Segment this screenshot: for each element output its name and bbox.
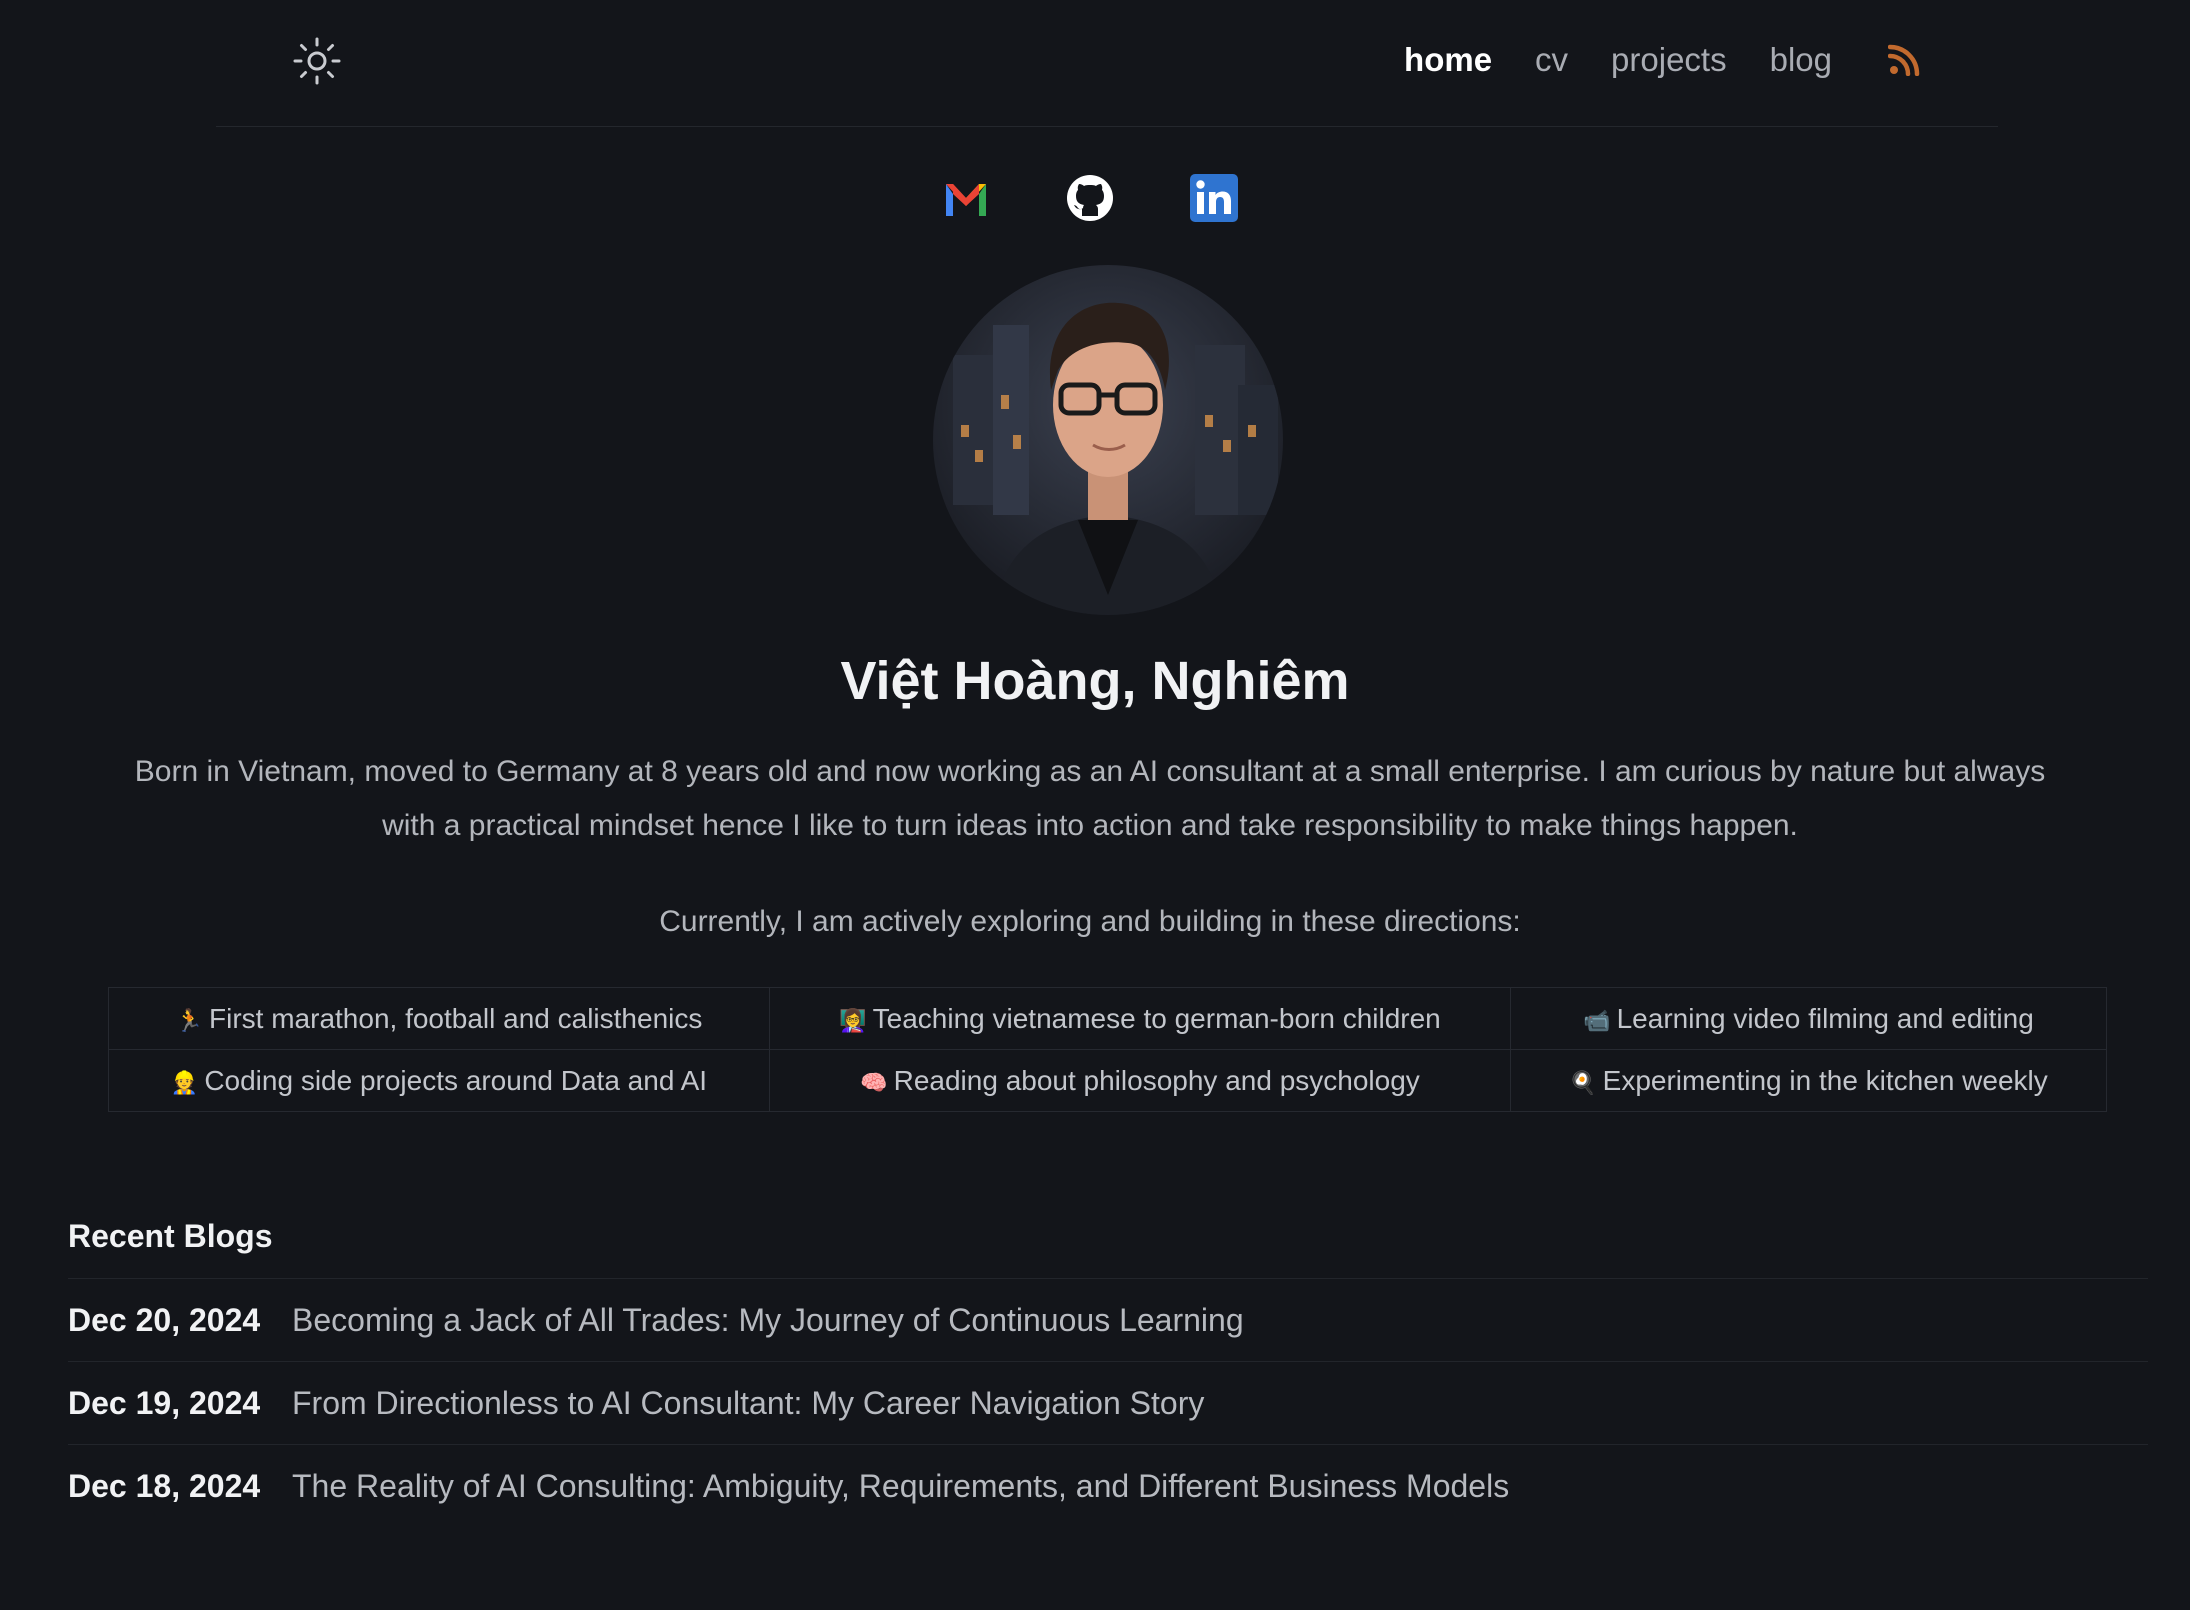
interest-cell: 👩‍🏫 Teaching vietnamese to german-born ch… xyxy=(769,987,1511,1050)
blog-date: Dec 20, 2024 xyxy=(68,1301,261,1338)
interest-cell: 🧠 Reading about philosophy and psychology xyxy=(769,1049,1511,1112)
blog-link[interactable]: Becoming a Jack of All Trades: My Journe… xyxy=(292,1302,1244,1339)
recent-blogs-title: Recent Blogs xyxy=(68,1218,273,1254)
linkedin-icon[interactable] xyxy=(1188,172,1240,224)
interest-label: First marathon, football and calisthenic… xyxy=(209,1002,703,1034)
nav-home[interactable]: home xyxy=(1404,41,1492,79)
profile-bio: Born in Vietnam, moved to Germany at 8 y… xyxy=(134,755,2046,842)
interest-label: Learning video filming and editing xyxy=(1616,1002,2034,1034)
runner-icon: 🏃 xyxy=(175,1008,204,1034)
nav-blog[interactable]: blog xyxy=(1770,41,1832,79)
blog-date: Dec 18, 2024 xyxy=(68,1467,261,1504)
worker-icon: 👷 xyxy=(170,1070,199,1096)
interest-cell: 🍳 Experimenting in the kitchen weekly xyxy=(1510,1049,2107,1112)
teacher-icon: 👩‍🏫 xyxy=(839,1008,867,1034)
frying-pan-icon: 🍳 xyxy=(1569,1070,1597,1096)
nav-cv[interactable]: cv xyxy=(1535,41,1568,79)
github-icon[interactable] xyxy=(1064,172,1116,224)
blog-link[interactable]: The Reality of AI Consulting: Ambiguity,… xyxy=(292,1468,1509,1505)
blog-list-item: Dec 18, 2024 The Reality of AI Consultin… xyxy=(68,1444,2148,1527)
blog-link[interactable]: From Directionless to AI Consultant: My … xyxy=(292,1385,1204,1422)
gmail-icon[interactable] xyxy=(940,172,992,224)
video-camera-icon: 📹 xyxy=(1583,1008,1611,1034)
theme-toggle-button[interactable] xyxy=(292,36,342,86)
brain-icon: 🧠 xyxy=(860,1070,888,1096)
avatar xyxy=(933,265,1283,615)
blog-date: Dec 19, 2024 xyxy=(68,1384,261,1421)
main-nav: home cv projects blog xyxy=(1404,30,1920,90)
blog-list-item: Dec 19, 2024 From Directionless to AI Co… xyxy=(68,1361,2148,1444)
interest-cell: 👷 Coding side projects around Data and AI xyxy=(108,1049,770,1112)
profile-name: Việt Hoàng, Nghiêm xyxy=(840,651,1350,711)
recent-blogs-list: Dec 20, 2024 Becoming a Jack of All Trad… xyxy=(68,1278,2148,1527)
interests-row: 👷 Coding side projects around Data and AI… xyxy=(108,1049,2107,1112)
interest-label: Reading about philosophy and psychology xyxy=(893,1064,1420,1096)
interests-intro: Currently, I am actively exploring and b… xyxy=(659,905,1521,938)
rss-icon[interactable] xyxy=(1888,44,1920,76)
interests-grid: 🏃 First marathon, football and calistheni… xyxy=(108,987,2107,1112)
nav-projects[interactable]: projects xyxy=(1611,41,1727,79)
interest-cell: 📹 Learning video filming and editing xyxy=(1510,987,2107,1050)
interests-row: 🏃 First marathon, football and calistheni… xyxy=(108,987,2107,1050)
sun-icon xyxy=(293,37,341,85)
page: home cv projects blog Việt Hoàng, Nghiêm… xyxy=(0,0,2190,1610)
interest-cell: 🏃 First marathon, football and calistheni… xyxy=(108,987,770,1050)
social-links xyxy=(0,172,2190,224)
interest-label: Coding side projects around Data and AI xyxy=(204,1064,708,1096)
interest-label: Teaching vietnamese to german-born child… xyxy=(872,1002,1441,1034)
header-divider xyxy=(216,126,1998,127)
interest-label: Experimenting in the kitchen weekly xyxy=(1602,1064,2048,1096)
blog-list-item: Dec 20, 2024 Becoming a Jack of All Trad… xyxy=(68,1278,2148,1361)
